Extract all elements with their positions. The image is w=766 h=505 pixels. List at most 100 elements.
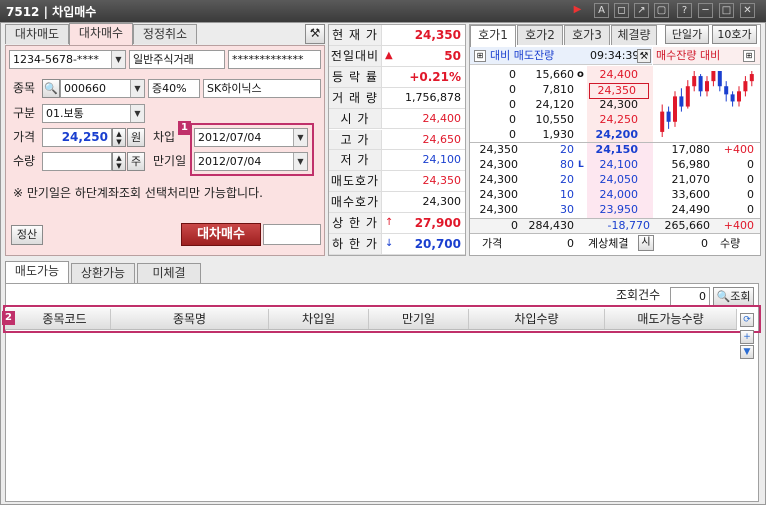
minimize-icon[interactable]: ─ (698, 3, 713, 18)
close-icon[interactable]: ✕ (740, 3, 755, 18)
quote-row: 상 한 가 ↑ 27,900 (329, 213, 465, 234)
divider (470, 142, 760, 143)
query-button[interactable]: 🔍조회 (713, 287, 754, 306)
bid-price[interactable]: 23,950 (588, 203, 650, 217)
help-icon[interactable]: ? (677, 3, 692, 18)
tab-loan-buy[interactable]: 대차매수 (69, 23, 133, 45)
tab-orderbook-2[interactable]: 호가2 (517, 25, 563, 45)
quantity-input[interactable] (42, 152, 112, 171)
orderbook-mode-button[interactable]: 10호가 (712, 25, 757, 44)
quote-value: 24,350 (414, 28, 461, 42)
quote-row: 전일대비 ▲ 50 (329, 45, 465, 67)
mini-candle-chart (660, 71, 754, 137)
tab-bottom-2[interactable]: 상환가능 (71, 263, 135, 283)
quote-label: 시 가 (329, 108, 382, 129)
account-select[interactable]: 1234-5678-**** ▼ (9, 50, 126, 69)
bid-last-price: 24,350 (479, 143, 519, 156)
play-icon[interactable]: ▶ (570, 3, 585, 18)
ask-price[interactable]: 24,200 (588, 128, 650, 142)
type-label: 구분 (13, 106, 36, 120)
price-label: 가격 (13, 130, 36, 144)
price-input[interactable]: 24,250 (42, 128, 112, 147)
candle-body (679, 96, 684, 107)
tab-bottom-1[interactable]: 매도가능 (5, 261, 69, 283)
quote-label: 하 한 가 (329, 234, 382, 254)
settle-button[interactable]: 정산 (11, 225, 43, 245)
stock-code-input[interactable]: 000660 ▼ (60, 79, 145, 98)
bid-price[interactable]: 24,150 (588, 143, 650, 157)
tool-icon[interactable]: ⚒ (305, 24, 325, 44)
font-icon[interactable]: A (594, 3, 609, 18)
quantity-unit-button[interactable]: 주 (127, 152, 145, 171)
ask-qty: 15,660 (535, 68, 575, 81)
order-extra-field[interactable] (263, 224, 321, 245)
ask-price[interactable]: 24,400 (588, 68, 650, 82)
price-unit-button[interactable]: 원 (127, 128, 145, 147)
ask-qty: 1,930 (542, 128, 575, 141)
quote-row: 시 가 24,400 (329, 108, 465, 130)
bid-price[interactable]: 24,100 (588, 158, 650, 172)
bid-last-price: 24,300 (479, 173, 519, 186)
search-icon[interactable]: 🔍 (42, 79, 60, 98)
quote-rows: 현 재 가 24,350 전일대비 ▲ 50 등 락 률 +0.21% 거 래 량 1,756,… (329, 25, 465, 255)
order-type-select[interactable]: 01.보통 ▼ (42, 104, 145, 123)
ask-price[interactable]: 24,350 (589, 83, 649, 99)
ask-diff: 0 (509, 68, 516, 81)
link-icon[interactable]: ↗ (634, 3, 649, 18)
simulate-button[interactable]: 시 (638, 235, 654, 251)
quantity-stepper[interactable]: ▲ ▼ (112, 152, 126, 171)
maximize-icon[interactable]: □ (719, 3, 734, 18)
window-icon[interactable]: ◻ (614, 3, 629, 18)
tick-mark: L (578, 160, 584, 170)
bid-diff: 0 (747, 203, 754, 216)
quote-label: 매도호가 (329, 171, 382, 192)
quote-value: 50 (444, 48, 461, 63)
orderbook-body: ⊞ 대비 매도잔량 09:34:39 ⚒ 매수잔량 대비 ⊞ 0 15,660 o 24,400 0… (470, 47, 760, 255)
quote-row: 매도호가 24,350 (329, 171, 465, 193)
bid-last-price: 24,300 (479, 188, 519, 201)
bid-last-qty: 20 (560, 173, 574, 186)
tab-orderbook-4[interactable]: 체결량 (611, 25, 657, 45)
quote-value: 24,100 (422, 153, 462, 167)
bid-diff: 0 (747, 188, 754, 201)
tab-modify-cancel[interactable]: 정정취소 (133, 24, 197, 44)
scroll-bottom-icon[interactable]: ▼ (740, 345, 754, 359)
bid-diff: 0 (747, 158, 754, 171)
quote-value: 24,400 (422, 111, 462, 125)
quote-label: 고 가 (329, 129, 382, 150)
bid-price[interactable]: 24,000 (588, 188, 650, 202)
quote-value: 27,900 (414, 216, 461, 231)
tool-icon[interactable]: ⚒ (637, 49, 651, 63)
restore-icon[interactable]: ▢ (654, 3, 669, 18)
quote-row: 저 가 24,100 (329, 150, 465, 172)
candle-body (705, 81, 709, 92)
bid-last-price: 24,300 (479, 203, 519, 216)
expand-icon[interactable]: ⊞ (743, 50, 755, 62)
price-stepper[interactable]: ▲ ▼ (112, 128, 126, 147)
expand-icon[interactable]: ⊞ (474, 50, 486, 62)
refresh-icon[interactable]: ⟳ (740, 313, 754, 327)
ask-price[interactable]: 24,250 (588, 113, 650, 127)
quote-value: 24,650 (422, 132, 462, 146)
loan-buy-button[interactable]: 대차매수 (181, 223, 261, 246)
tab-orderbook-1[interactable]: 호가1 (470, 25, 516, 47)
orderbook-mode-button[interactable]: 단일가 (665, 25, 709, 44)
bid-qty: 21,070 (671, 173, 711, 186)
date-highlight (190, 123, 314, 176)
tab-loan-sell[interactable]: 대차매도 (5, 24, 69, 44)
tab-bottom-3[interactable]: 미체결 (137, 263, 201, 283)
change-arrow-icon: ↑ (385, 217, 394, 229)
title-bar: 7512 | 차입매수 ▶ A ◻ ↗ ▢ ? ─ □ ✕ (0, 0, 766, 22)
add-row-icon[interactable]: + (740, 330, 754, 344)
bid-price[interactable]: 24,050 (588, 173, 650, 187)
ask-diff: 0 (509, 98, 516, 111)
tab-orderbook-3[interactable]: 호가3 (564, 25, 610, 45)
quote-label: 저 가 (329, 150, 382, 171)
change-arrow-icon: ↓ (385, 238, 394, 249)
password-field[interactable]: ************* (228, 50, 321, 69)
quote-value: 1,756,878 (405, 90, 461, 104)
ask-price[interactable]: 24,300 (588, 98, 650, 112)
ask-qty: 24,120 (535, 98, 575, 111)
grid-highlight (3, 305, 761, 333)
ask-diff: 0 (509, 83, 516, 96)
